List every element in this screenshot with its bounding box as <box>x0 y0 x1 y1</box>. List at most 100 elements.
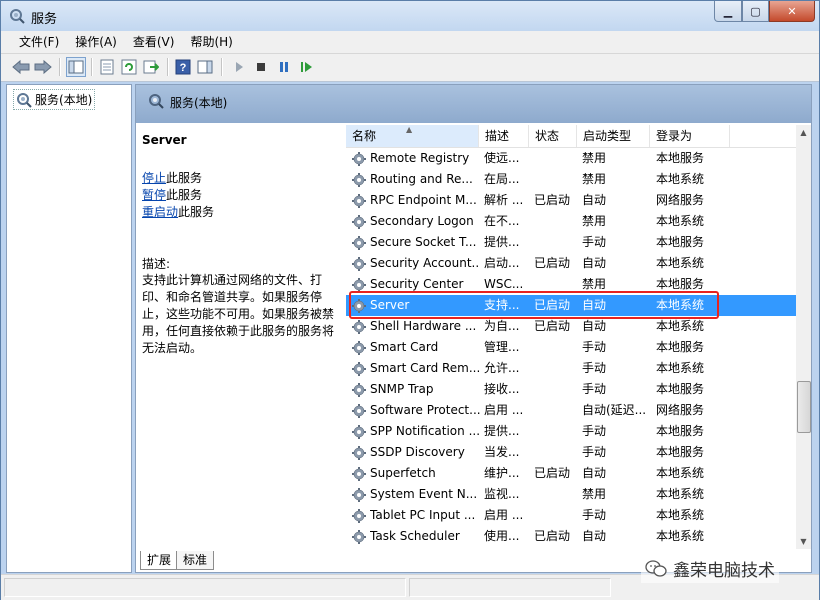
window-title: 服务 <box>31 12 58 27</box>
pause-service-button[interactable] <box>274 57 294 77</box>
service-status: 已启动 <box>534 319 571 333</box>
service-name: SSDP Discovery <box>370 445 465 459</box>
service-desc: 维护... <box>484 466 520 480</box>
service-name: Routing and Re... <box>370 172 473 186</box>
column-name[interactable]: ▲ 名称 <box>346 125 479 147</box>
service-row[interactable]: System Event N... 监视... 禁用 本地系统 <box>346 484 796 505</box>
toolbar: ? <box>1 54 819 82</box>
svg-text:?: ? <box>180 62 187 74</box>
menu-action[interactable]: 操作(A) <box>67 31 125 53</box>
stop-service-link[interactable]: 停止 <box>142 171 166 185</box>
restart-service-link[interactable]: 重启动 <box>142 205 178 219</box>
minimize-button[interactable]: ▁ <box>714 1 742 22</box>
service-logon: 本地系统 <box>656 256 705 270</box>
service-startup-type: 手动 <box>582 235 607 249</box>
service-logon: 本地服务 <box>656 151 705 165</box>
scroll-up-button[interactable]: ▲ <box>797 125 810 140</box>
service-name: SNMP Trap <box>370 382 434 396</box>
refresh-icon <box>121 59 137 75</box>
service-row[interactable]: Secure Socket T... 提供... 手动 本地服务 <box>346 232 796 253</box>
back-arrow-icon <box>12 59 30 75</box>
service-logon: 本地服务 <box>656 382 705 396</box>
service-row[interactable]: Remote Registry 使远... 禁用 本地服务 <box>346 148 796 169</box>
service-startup-type: 手动 <box>582 361 607 375</box>
scroll-up-icon: ▲ <box>800 128 807 137</box>
service-startup-type: 自动 <box>582 529 607 543</box>
service-row[interactable]: Routing and Re... 在局... 禁用 本地系统 <box>346 169 796 190</box>
service-desc: 提供... <box>484 424 520 438</box>
service-row[interactable]: Tablet PC Input ... 启用 ... 手动 本地系统 <box>346 505 796 526</box>
restart-service-button[interactable] <box>297 57 317 77</box>
help-button[interactable]: ? <box>173 57 193 77</box>
menu-help[interactable]: 帮助(H) <box>182 31 240 53</box>
show-console-tree-button[interactable] <box>66 57 86 77</box>
service-name: Remote Registry <box>370 151 470 165</box>
tree-node-services-local[interactable]: 服务(本地) <box>13 89 96 110</box>
service-name: Smart Card <box>370 340 439 354</box>
forward-button[interactable] <box>33 57 53 77</box>
service-row[interactable]: SPP Notification ... 提供... 手动 本地服务 <box>346 421 796 442</box>
service-row[interactable]: SSDP Discovery 当发... 手动 本地服务 <box>346 442 796 463</box>
scroll-down-button[interactable]: ▼ <box>797 534 810 549</box>
tab-extended[interactable]: 扩展 <box>140 551 179 570</box>
column-startup-type[interactable]: 启动类型 <box>577 125 650 147</box>
service-row[interactable]: Superfetch 维护... 已启动 自动 本地系统 <box>346 463 796 484</box>
scroll-thumb[interactable] <box>797 381 811 433</box>
service-gear-icon <box>351 382 367 398</box>
service-name: System Event N... <box>370 487 478 501</box>
service-row[interactable]: Smart Card 管理... 手动 本地服务 <box>346 337 796 358</box>
properties-button[interactable] <box>97 57 117 77</box>
service-gear-icon <box>351 235 367 251</box>
service-logon: 本地系统 <box>656 319 705 333</box>
service-gear-icon <box>351 508 367 524</box>
service-startup-type: 禁用 <box>582 487 607 501</box>
selected-service-name: Server <box>142 133 187 147</box>
export-list-button[interactable] <box>141 57 161 77</box>
service-gear-icon <box>351 256 367 272</box>
service-desc: 为自... <box>484 319 520 333</box>
column-status[interactable]: 状态 <box>529 125 577 147</box>
help-icon: ? <box>175 59 191 75</box>
close-icon: ✕ <box>787 4 797 18</box>
service-logon: 本地系统 <box>656 466 705 480</box>
minimize-icon: ▁ <box>723 4 733 18</box>
service-gear-icon <box>351 424 367 440</box>
service-row[interactable]: Security Account... 启动... 已启动 自动 本地系统 <box>346 253 796 274</box>
vertical-scrollbar[interactable]: ▲ ▼ <box>796 125 811 549</box>
service-row[interactable]: SNMP Trap 接收... 手动 本地服务 <box>346 379 796 400</box>
service-startup-type: 自动 <box>582 256 607 270</box>
menu-file[interactable]: 文件(F) <box>1 31 67 53</box>
service-row[interactable]: Software Protect... 启用 ... 自动(延迟... 网络服务 <box>346 400 796 421</box>
stop-service-button[interactable] <box>251 57 271 77</box>
restart-icon <box>301 62 312 72</box>
service-row[interactable]: Secondary Logon 在不... 禁用 本地系统 <box>346 211 796 232</box>
tab-standard[interactable]: 标准 <box>176 551 215 570</box>
column-log-on-as[interactable]: 登录为 <box>650 125 730 147</box>
service-gear-icon <box>351 487 367 503</box>
service-row[interactable]: Shell Hardware ... 为自... 已启动 自动 本地系统 <box>346 316 796 337</box>
refresh-button[interactable] <box>119 57 139 77</box>
console-tree-icon <box>68 60 84 74</box>
description-label: 描述: <box>142 257 171 271</box>
service-gear-icon <box>351 403 367 419</box>
service-row[interactable]: Task Scheduler 使用... 已启动 自动 本地系统 <box>346 526 796 547</box>
pause-service-link[interactable]: 暂停 <box>142 188 166 202</box>
service-desc: 提供... <box>484 235 520 249</box>
close-button[interactable]: ✕ <box>769 1 815 22</box>
start-service-button[interactable] <box>229 57 249 77</box>
service-desc: 使用... <box>484 529 520 543</box>
pause-icon <box>280 62 288 72</box>
maximize-button[interactable]: ▢ <box>742 1 769 22</box>
back-button[interactable] <box>11 57 31 77</box>
service-startup-type: 手动 <box>582 445 607 459</box>
service-name: Security Account... <box>370 256 480 270</box>
service-row[interactable]: RPC Endpoint M... 解析 ... 已启动 自动 网络服务 <box>346 190 796 211</box>
service-startup-type: 自动 <box>582 193 607 207</box>
service-logon: 本地系统 <box>656 487 705 501</box>
show-action-pane-button[interactable] <box>195 57 215 77</box>
service-row[interactable]: Smart Card Rem... 允许... 手动 本地系统 <box>346 358 796 379</box>
title-bar[interactable]: 服务 ▁ ▢ ✕ <box>1 1 819 31</box>
service-desc: 使远... <box>484 151 520 165</box>
column-description[interactable]: 描述 <box>479 125 529 147</box>
menu-view[interactable]: 查看(V) <box>125 31 183 53</box>
